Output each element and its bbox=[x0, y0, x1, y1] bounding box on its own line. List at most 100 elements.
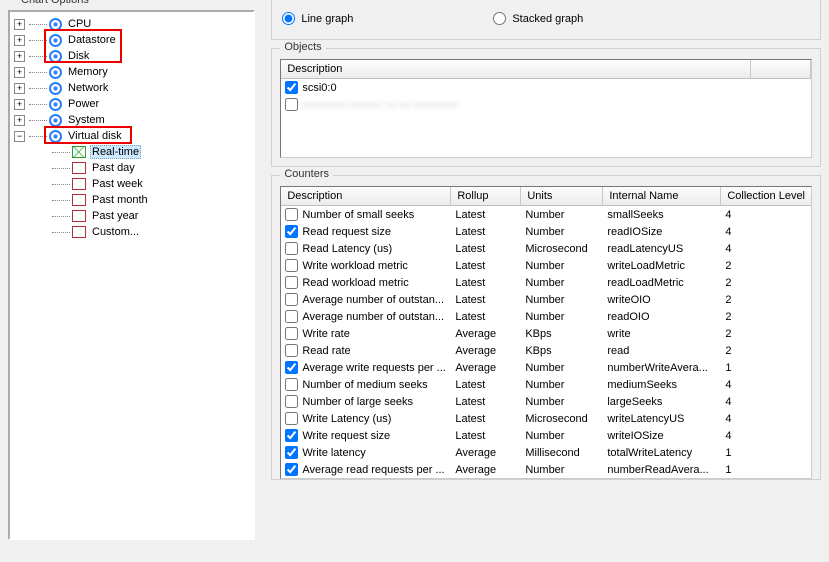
radio-stacked-graph[interactable]: Stacked graph bbox=[493, 12, 583, 25]
counter-units: Microsecond bbox=[525, 243, 607, 255]
counter-units: Number bbox=[525, 277, 607, 289]
counters-group: Counters Description Rollup Units Intern… bbox=[271, 175, 821, 480]
counters-row[interactable]: Average read requests per ...AverageNumb… bbox=[281, 461, 811, 478]
counter-checkbox[interactable] bbox=[285, 276, 298, 289]
tree-expander-icon[interactable]: + bbox=[14, 83, 25, 94]
counter-checkbox[interactable] bbox=[285, 327, 298, 340]
counters-row[interactable]: Number of medium seeksLatestNumbermedium… bbox=[281, 376, 811, 393]
tree-category-item[interactable]: +Disk bbox=[12, 48, 251, 64]
objects-row-checkbox[interactable] bbox=[285, 98, 298, 111]
counter-rollup: Latest bbox=[455, 311, 525, 323]
counter-checkbox[interactable] bbox=[285, 208, 298, 221]
counter-collection-level: 1 bbox=[725, 447, 785, 459]
counter-internal-name: writeIOSize bbox=[607, 430, 725, 442]
tree-category-item[interactable]: + Datastore bbox=[12, 32, 251, 48]
counters-row[interactable]: Read workload metricLatestNumberreadLoad… bbox=[281, 274, 811, 291]
counters-row[interactable]: Read request sizeLatestNumberreadIOSize4 bbox=[281, 223, 811, 240]
tree-category-item[interactable]: +Network bbox=[12, 80, 251, 96]
counters-row[interactable]: Write request size LatestNumberwriteIOSiz… bbox=[281, 427, 811, 444]
radio-line-label: Line graph bbox=[301, 13, 353, 25]
objects-header-description[interactable]: Description bbox=[281, 60, 751, 78]
objects-row[interactable]: ———— ——— — — ———— bbox=[281, 96, 811, 113]
counter-rollup: Latest bbox=[455, 430, 525, 442]
counter-checkbox[interactable] bbox=[285, 378, 298, 391]
counter-rollup: Latest bbox=[455, 277, 525, 289]
counter-checkbox[interactable] bbox=[285, 242, 298, 255]
tree-expander-icon[interactable]: + bbox=[14, 51, 25, 62]
counter-collection-level: 1 bbox=[725, 464, 785, 476]
counter-units: Number bbox=[525, 430, 607, 442]
radio-line-graph[interactable]: Line graph bbox=[282, 12, 353, 25]
tree-item-label: Past week bbox=[90, 178, 145, 190]
counter-description: Write request size bbox=[302, 430, 390, 442]
counter-checkbox[interactable] bbox=[285, 412, 298, 425]
tree-child-item[interactable]: Past day bbox=[12, 160, 251, 176]
tree-child-item[interactable]: Custom... bbox=[12, 224, 251, 240]
objects-table[interactable]: Description scsi0:0———— ——— — — ———— bbox=[280, 59, 812, 158]
counters-row[interactable]: Read Latency (us)LatestMicrosecondreadLa… bbox=[281, 240, 811, 257]
counters-table[interactable]: Description Rollup Units Internal Name C… bbox=[280, 186, 812, 479]
objects-row[interactable]: scsi0:0 bbox=[281, 79, 811, 96]
counter-collection-level: 2 bbox=[725, 294, 785, 306]
tree-expander-icon[interactable]: + bbox=[14, 115, 25, 126]
tree-expander-icon[interactable]: + bbox=[14, 99, 25, 110]
calendar-icon bbox=[72, 210, 86, 222]
counters-row[interactable]: Write latencyAverageMillisecondtotalWrit… bbox=[281, 444, 811, 461]
tree-child-item[interactable]: Real-time bbox=[12, 144, 251, 160]
counter-rollup: Average bbox=[455, 362, 525, 374]
counters-row[interactable]: Number of small seeksLatestNumbersmallSe… bbox=[281, 206, 811, 223]
counter-units: Number bbox=[525, 362, 607, 374]
counters-header-internal[interactable]: Internal Name bbox=[603, 187, 721, 205]
counter-collection-level: 4 bbox=[725, 413, 785, 425]
counters-row[interactable]: Number of large seeksLatestNumberlargeSe… bbox=[281, 393, 811, 410]
radio-stacked-label: Stacked graph bbox=[512, 13, 583, 25]
counters-header-units[interactable]: Units bbox=[521, 187, 603, 205]
counters-header-rollup[interactable]: Rollup bbox=[451, 187, 521, 205]
tree-category-item[interactable]: +Power bbox=[12, 96, 251, 112]
radio-stacked-input[interactable] bbox=[493, 12, 506, 25]
tree-category-item[interactable]: − Virtual disk bbox=[12, 128, 251, 144]
objects-row-checkbox[interactable] bbox=[285, 81, 298, 94]
target-icon bbox=[49, 114, 62, 127]
counter-description: Write latency bbox=[302, 447, 365, 459]
tree-child-item[interactable]: Past year bbox=[12, 208, 251, 224]
tree-category-item[interactable]: +CPU bbox=[12, 16, 251, 32]
tree-expander-icon[interactable]: + bbox=[14, 19, 25, 30]
target-icon bbox=[49, 82, 62, 95]
counter-checkbox[interactable] bbox=[285, 310, 298, 323]
radio-line-input[interactable] bbox=[282, 12, 295, 25]
counter-units: Microsecond bbox=[525, 413, 607, 425]
counters-row[interactable]: Write workload metricLatestNumberwriteLo… bbox=[281, 257, 811, 274]
counter-description: Write rate bbox=[302, 328, 349, 340]
tree-child-item[interactable]: Past week bbox=[12, 176, 251, 192]
tree-child-item[interactable]: Past month bbox=[12, 192, 251, 208]
tree-expander-icon[interactable]: + bbox=[14, 67, 25, 78]
counter-checkbox[interactable] bbox=[285, 225, 298, 238]
counters-header-collection[interactable]: Collection Level bbox=[721, 187, 811, 205]
calendar-icon bbox=[72, 226, 86, 238]
counter-checkbox[interactable] bbox=[285, 395, 298, 408]
tree-expander-icon[interactable]: + bbox=[14, 35, 25, 46]
counter-checkbox[interactable] bbox=[285, 463, 298, 476]
counters-row[interactable]: Average write requests per ...AverageNum… bbox=[281, 359, 811, 376]
counter-rollup: Latest bbox=[455, 209, 525, 221]
chart-options-tree[interactable]: +CPU+Datastore+Disk+Memory+Network+Power… bbox=[8, 10, 255, 540]
tree-category-item[interactable]: +Memory bbox=[12, 64, 251, 80]
counter-checkbox[interactable] bbox=[285, 361, 298, 374]
counters-row[interactable]: Average number of outstan...LatestNumber… bbox=[281, 291, 811, 308]
counters-row[interactable]: Read rateAverageKBpsread2 bbox=[281, 342, 811, 359]
counter-checkbox[interactable] bbox=[285, 259, 298, 272]
counter-checkbox[interactable] bbox=[285, 293, 298, 306]
counters-row[interactable]: Write Latency (us)LatestMicrosecondwrite… bbox=[281, 410, 811, 427]
counters-row[interactable]: Average number of outstan...LatestNumber… bbox=[281, 308, 811, 325]
tree-category-item[interactable]: +System bbox=[12, 112, 251, 128]
tree-item-label: Datastore bbox=[66, 34, 118, 46]
counter-checkbox[interactable] bbox=[285, 429, 298, 442]
counter-checkbox[interactable] bbox=[285, 446, 298, 459]
counters-header-description[interactable]: Description bbox=[281, 187, 451, 205]
counter-checkbox[interactable] bbox=[285, 344, 298, 357]
tree-expander-icon[interactable]: − bbox=[14, 131, 25, 142]
counter-internal-name: writeLatencyUS bbox=[607, 413, 725, 425]
tree-item-label: Virtual disk bbox=[66, 130, 124, 142]
counters-row[interactable]: Write rateAverageKBpswrite2 bbox=[281, 325, 811, 342]
